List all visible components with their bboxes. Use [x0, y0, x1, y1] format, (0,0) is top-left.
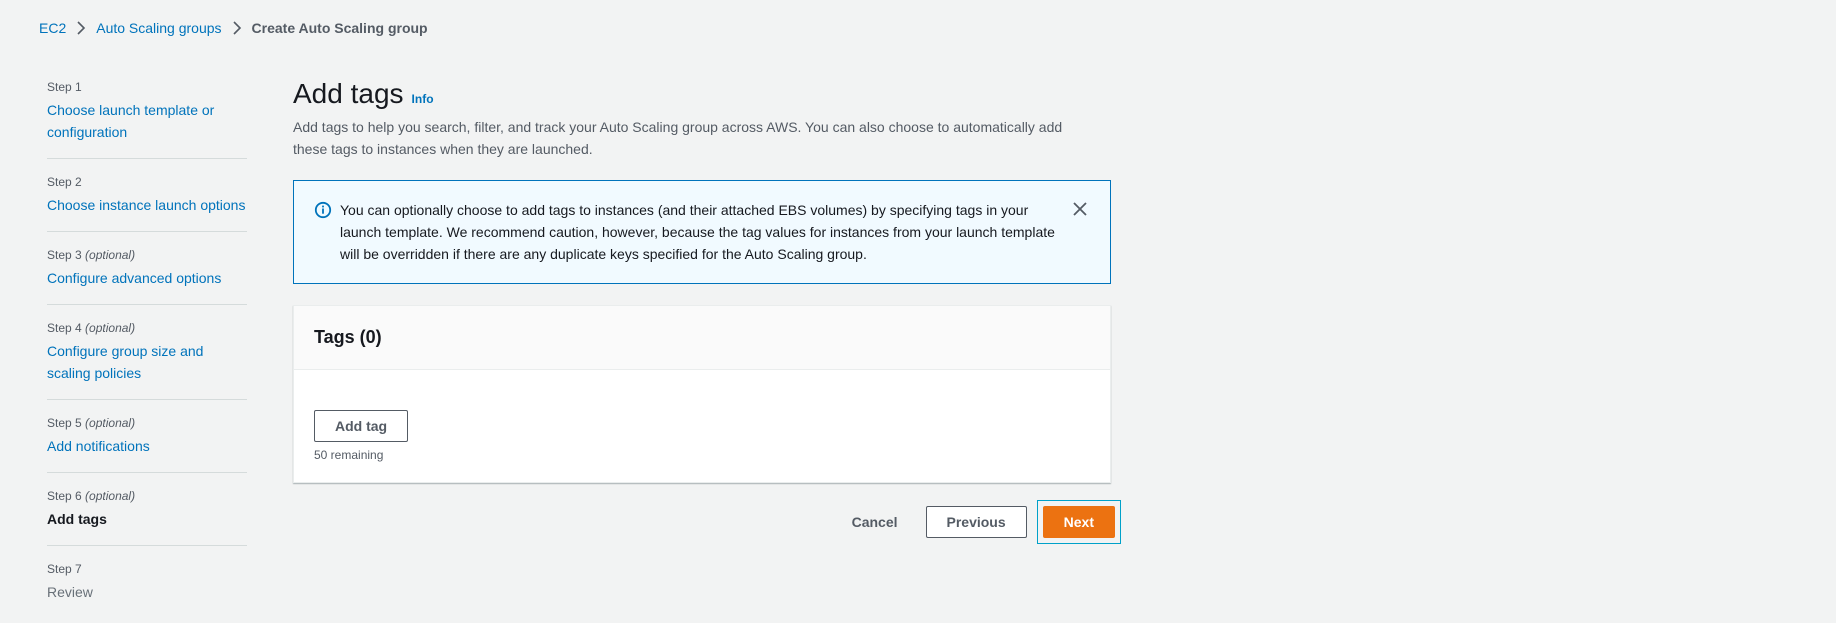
- wizard-step-2: Step 2 Choose instance launch options: [47, 175, 247, 232]
- chevron-right-icon: [222, 21, 252, 35]
- alert-text: You can optionally choose to add tags to…: [340, 202, 1055, 262]
- wizard-step-4: Step 4 (optional) Configure group size a…: [47, 321, 247, 400]
- step-number: Step 5: [47, 416, 82, 430]
- step-current-add-tags: Add tags: [47, 511, 107, 527]
- wizard-actions: Cancel Previous Next: [293, 500, 1121, 544]
- step-number: Step 2: [47, 175, 82, 189]
- wizard-step-1: Step 1 Choose launch template or configu…: [47, 80, 247, 159]
- tags-panel-title: Tags (0): [314, 327, 382, 347]
- tags-panel-body: Add tag 50 remaining: [294, 370, 1110, 482]
- tags-remaining: 50 remaining: [314, 448, 384, 462]
- step-link-group-size[interactable]: Configure group size and scaling policie…: [47, 340, 247, 384]
- info-alert: You can optionally choose to add tags to…: [293, 180, 1111, 284]
- add-tag-button[interactable]: Add tag: [314, 410, 409, 442]
- close-icon[interactable]: [1070, 199, 1090, 219]
- wizard-step-5: Step 5 (optional) Add notifications: [47, 416, 247, 473]
- wizard-steps: Step 1 Choose launch template or configu…: [47, 80, 247, 623]
- step-number: Step 6: [47, 489, 82, 503]
- breadcrumb-current: Create Auto Scaling group: [251, 20, 428, 36]
- breadcrumb: EC2 Auto Scaling groups Create Auto Scal…: [39, 20, 428, 36]
- wizard-step-7: Step 7 Review: [47, 562, 247, 618]
- breadcrumb-auto-scaling-groups[interactable]: Auto Scaling groups: [96, 20, 221, 36]
- step-optional-label: (optional): [85, 248, 136, 262]
- wizard-step-3: Step 3 (optional) Configure advanced opt…: [47, 248, 247, 305]
- step-link-advanced-options[interactable]: Configure advanced options: [47, 267, 247, 289]
- cancel-button[interactable]: Cancel: [832, 506, 918, 538]
- step-number: Step 3: [47, 248, 82, 262]
- info-link[interactable]: Info: [412, 92, 434, 106]
- main-content: Add tags Info Add tags to help you searc…: [293, 78, 1111, 483]
- page-title: Add tags: [293, 78, 404, 109]
- next-button[interactable]: Next: [1042, 506, 1115, 538]
- tags-panel-header: Tags (0): [294, 306, 1110, 370]
- wizard-step-6: Step 6 (optional) Add tags: [47, 489, 247, 546]
- step-number: Step 7: [47, 562, 82, 576]
- step-optional-label: (optional): [85, 416, 136, 430]
- step-number: Step 1: [47, 80, 82, 94]
- previous-button[interactable]: Previous: [925, 506, 1027, 538]
- tags-panel: Tags (0) Add tag 50 remaining: [293, 305, 1111, 483]
- breadcrumb-ec2[interactable]: EC2: [39, 20, 66, 36]
- page-header: Add tags Info: [293, 78, 1111, 110]
- step-optional-label: (optional): [85, 321, 136, 335]
- page-description: Add tags to help you search, filter, and…: [293, 119, 1063, 157]
- step-link-launch-template[interactable]: Choose launch template or configuration: [47, 99, 247, 143]
- step-link-instance-launch-options[interactable]: Choose instance launch options: [47, 194, 247, 216]
- next-button-focus-ring: Next: [1036, 500, 1121, 544]
- step-review-disabled: Review: [47, 584, 93, 600]
- step-number: Step 4: [47, 321, 82, 335]
- step-link-notifications[interactable]: Add notifications: [47, 435, 247, 457]
- info-icon: [314, 201, 332, 219]
- chevron-right-icon: [66, 21, 96, 35]
- step-optional-label: (optional): [85, 489, 136, 503]
